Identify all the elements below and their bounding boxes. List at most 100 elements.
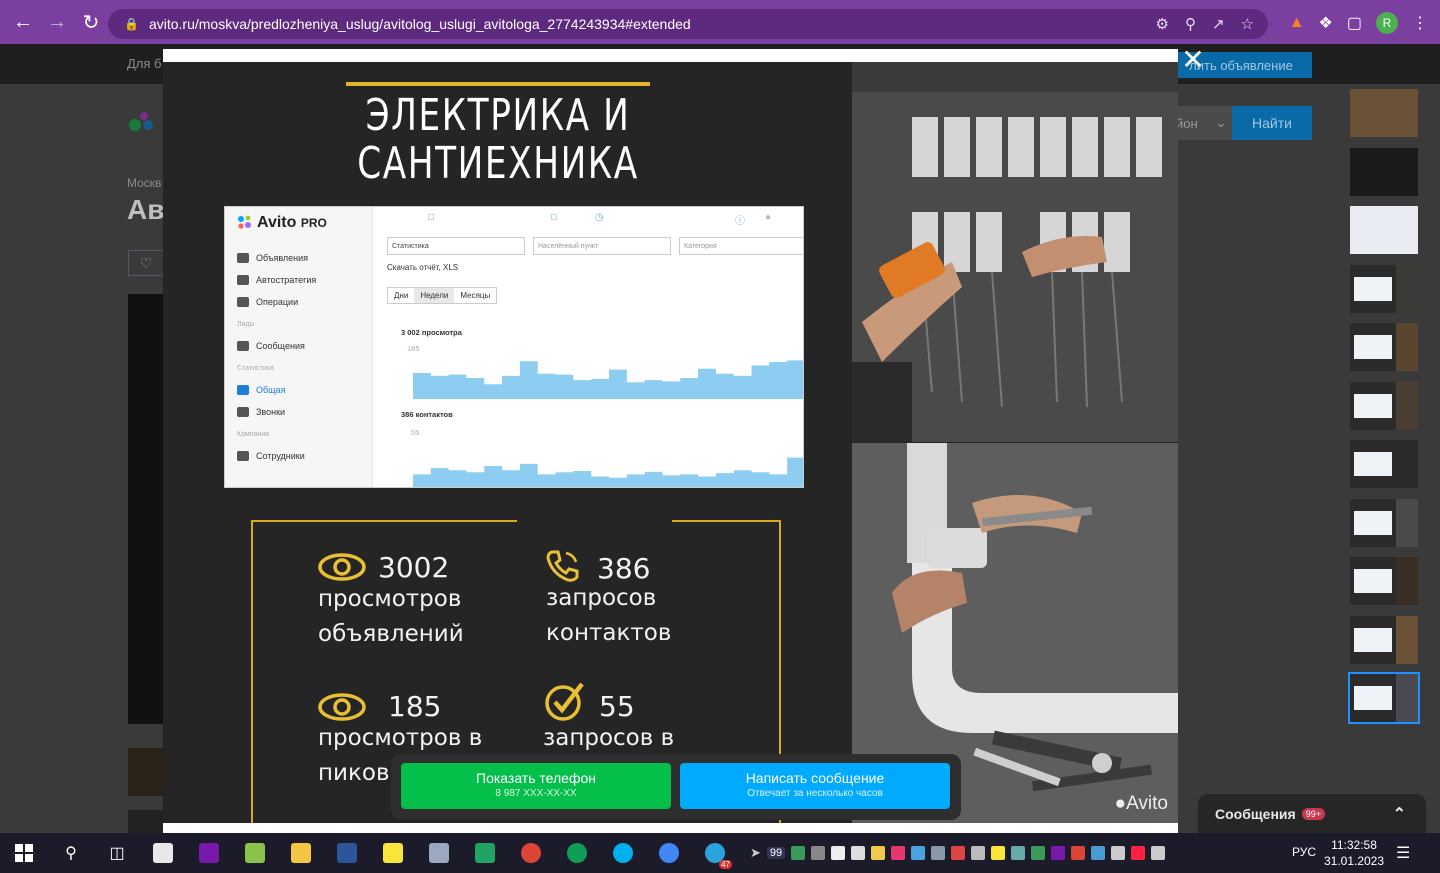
slide-thumbnail[interactable] (1350, 615, 1418, 664)
tray-app-icon[interactable] (811, 846, 826, 860)
find-button[interactable]: Найти (1232, 106, 1312, 140)
menu-kebab-icon[interactable]: ⋮ (1412, 13, 1428, 33)
share-icon[interactable]: ↗ (1212, 15, 1225, 33)
pro-sidebar: Avito PRO Объявления Автостратегия Операци… (225, 207, 373, 487)
app-icon[interactable] (416, 833, 462, 873)
tray-app-icon[interactable] (1071, 846, 1086, 860)
sidepanel-icon[interactable]: ▢ (1347, 13, 1362, 33)
pro-filters: Статистика Населённый пункт Категория (387, 237, 803, 255)
tray-telegram-icon[interactable]: ➤ (750, 845, 761, 861)
notepad-plus-icon[interactable] (232, 833, 278, 873)
tray-app-icon[interactable] (1091, 846, 1106, 860)
thumbnail-screen (1354, 686, 1392, 710)
messages-panel[interactable]: Сообщения 99+ ⌃ (1198, 794, 1426, 834)
pro-menu-item: Сообщения (237, 335, 367, 357)
pro-menu-label: Компания (237, 430, 270, 438)
chevron-up-icon[interactable]: ⌃ (1393, 804, 1406, 824)
thumbnail-screen (1354, 276, 1392, 301)
write-message-button[interactable]: Написать сообщение Отвечает за несколько… (680, 763, 950, 809)
tray-app-icon[interactable] (1111, 846, 1126, 860)
slide-thumbnail[interactable] (1350, 557, 1418, 605)
pro-select-city: Населённый пункт (533, 237, 671, 255)
breadcrumb[interactable]: Москв (127, 176, 161, 190)
avito-pro-screenshot: Avito PRO Объявления Автостратегия Операци… (224, 206, 804, 488)
telegram-icon[interactable]: 47 (692, 833, 738, 873)
tray-app-icon[interactable] (851, 846, 866, 860)
tray-badge[interactable]: 99 (766, 847, 786, 859)
slide-thumbnail[interactable] (1350, 147, 1418, 196)
task-view-icon[interactable]: ◫ (94, 833, 140, 873)
metamask-fox-icon[interactable]: ▲ (1289, 14, 1305, 32)
sheets-icon[interactable] (462, 833, 508, 873)
reload-icon[interactable]: ↻ (76, 7, 106, 37)
pro-window-icon: □ (428, 212, 435, 223)
extensions-puzzle-icon[interactable]: ❖ (1319, 13, 1333, 33)
system-tray: ➤ 99 (750, 833, 1166, 873)
stat-peak-requests-text: запросов в (543, 721, 674, 756)
notifications-icon[interactable]: ☰ (1396, 843, 1410, 863)
chart-area (413, 360, 803, 399)
chrome-profile-icon[interactable] (554, 833, 600, 873)
forward-icon[interactable]: → (42, 7, 72, 37)
tray-app-icon[interactable] (991, 846, 1006, 860)
for-business-link[interactable]: Для б (127, 56, 162, 71)
thumbnail-screen (1354, 452, 1392, 476)
electrician-photo (852, 62, 1178, 442)
slide-thumbnail[interactable] (1350, 89, 1418, 137)
pro-main: □ □ ◷ ⓘ ● Статистика Населённый пункт Ка… (373, 207, 803, 487)
files-app-icon[interactable] (140, 833, 186, 873)
windows-start-icon[interactable] (0, 833, 48, 873)
pro-contacts-chart (413, 457, 803, 487)
tray-app-icon[interactable] (831, 846, 846, 860)
menu-item-icon (237, 297, 249, 307)
region-select[interactable]: йон ⌄ (1170, 106, 1232, 140)
bookmark-star-icon[interactable]: ☆ (1241, 15, 1254, 33)
file-explorer-icon[interactable] (278, 833, 324, 873)
slide-thumbnail[interactable] (1350, 498, 1418, 547)
search-icon[interactable]: ⚲ (48, 833, 94, 873)
word-icon[interactable] (324, 833, 370, 873)
slide-thumbnail[interactable] (1348, 672, 1420, 724)
translate-icon[interactable]: ⚙ (1156, 15, 1169, 33)
tray-app-icon[interactable] (791, 846, 806, 860)
favorite-heart-icon[interactable]: ♡ (128, 250, 164, 276)
tray-app-icon[interactable] (1151, 846, 1166, 860)
slide-thumbnail[interactable] (1350, 440, 1418, 488)
chrome-profile-icon[interactable] (646, 833, 692, 873)
profile-avatar[interactable]: R (1376, 12, 1398, 34)
address-bar[interactable]: 🔒 avito.ru/moskva/predlozheniya_uslug/av… (108, 9, 1268, 39)
region-label: йон (1176, 115, 1198, 131)
slide-thumbnail[interactable] (1350, 381, 1418, 430)
tray-app-icon[interactable] (1011, 846, 1026, 860)
slide-thumbnail[interactable] (1350, 264, 1418, 313)
pro-menu-label: Статистика (237, 364, 274, 372)
tray-app-icon[interactable] (951, 846, 966, 860)
gallery-thumbnail[interactable] (128, 748, 164, 796)
tray-app-icon[interactable] (1051, 846, 1066, 860)
pro-metric-contacts-max: 55 (411, 428, 420, 437)
zoom-icon[interactable]: ⚲ (1185, 15, 1196, 33)
tray-app-icon[interactable] (1131, 846, 1146, 860)
language-indicator[interactable]: РУС (1292, 845, 1316, 859)
show-phone-button[interactable]: Показать телефон 8 987 XXX-XX-XX (401, 763, 671, 809)
chrome-icon[interactable] (508, 833, 554, 873)
tray-app-icon[interactable] (911, 846, 926, 860)
pro-views-chart (413, 360, 803, 399)
pro-tabs: Дни Недели Месяцы (387, 287, 498, 304)
tray-app-icon[interactable] (1031, 846, 1046, 860)
tray-app-icon[interactable] (931, 846, 946, 860)
back-icon[interactable]: ← (8, 7, 38, 37)
sticky-notes-icon[interactable] (370, 833, 416, 873)
pro-tab: Недели (414, 288, 455, 303)
skype-icon[interactable] (600, 833, 646, 873)
tray-app-icon[interactable] (971, 846, 986, 860)
stat-peak-requests: 55 (599, 691, 635, 723)
slide-thumbnail[interactable] (1350, 206, 1418, 254)
tray-app-icon[interactable] (871, 846, 886, 860)
onenote-icon[interactable] (186, 833, 232, 873)
clock[interactable]: 11:32:58 31.01.2023 (1322, 837, 1386, 869)
tray-app-icon[interactable] (891, 846, 906, 860)
image-viewer: ЭЛЕКТРИКА И САНТИЕХНИКА Avito PRO Объявл… (163, 49, 1178, 833)
slide-thumbnail[interactable] (1350, 323, 1418, 371)
close-icon[interactable]: ✕ (1180, 46, 1206, 74)
